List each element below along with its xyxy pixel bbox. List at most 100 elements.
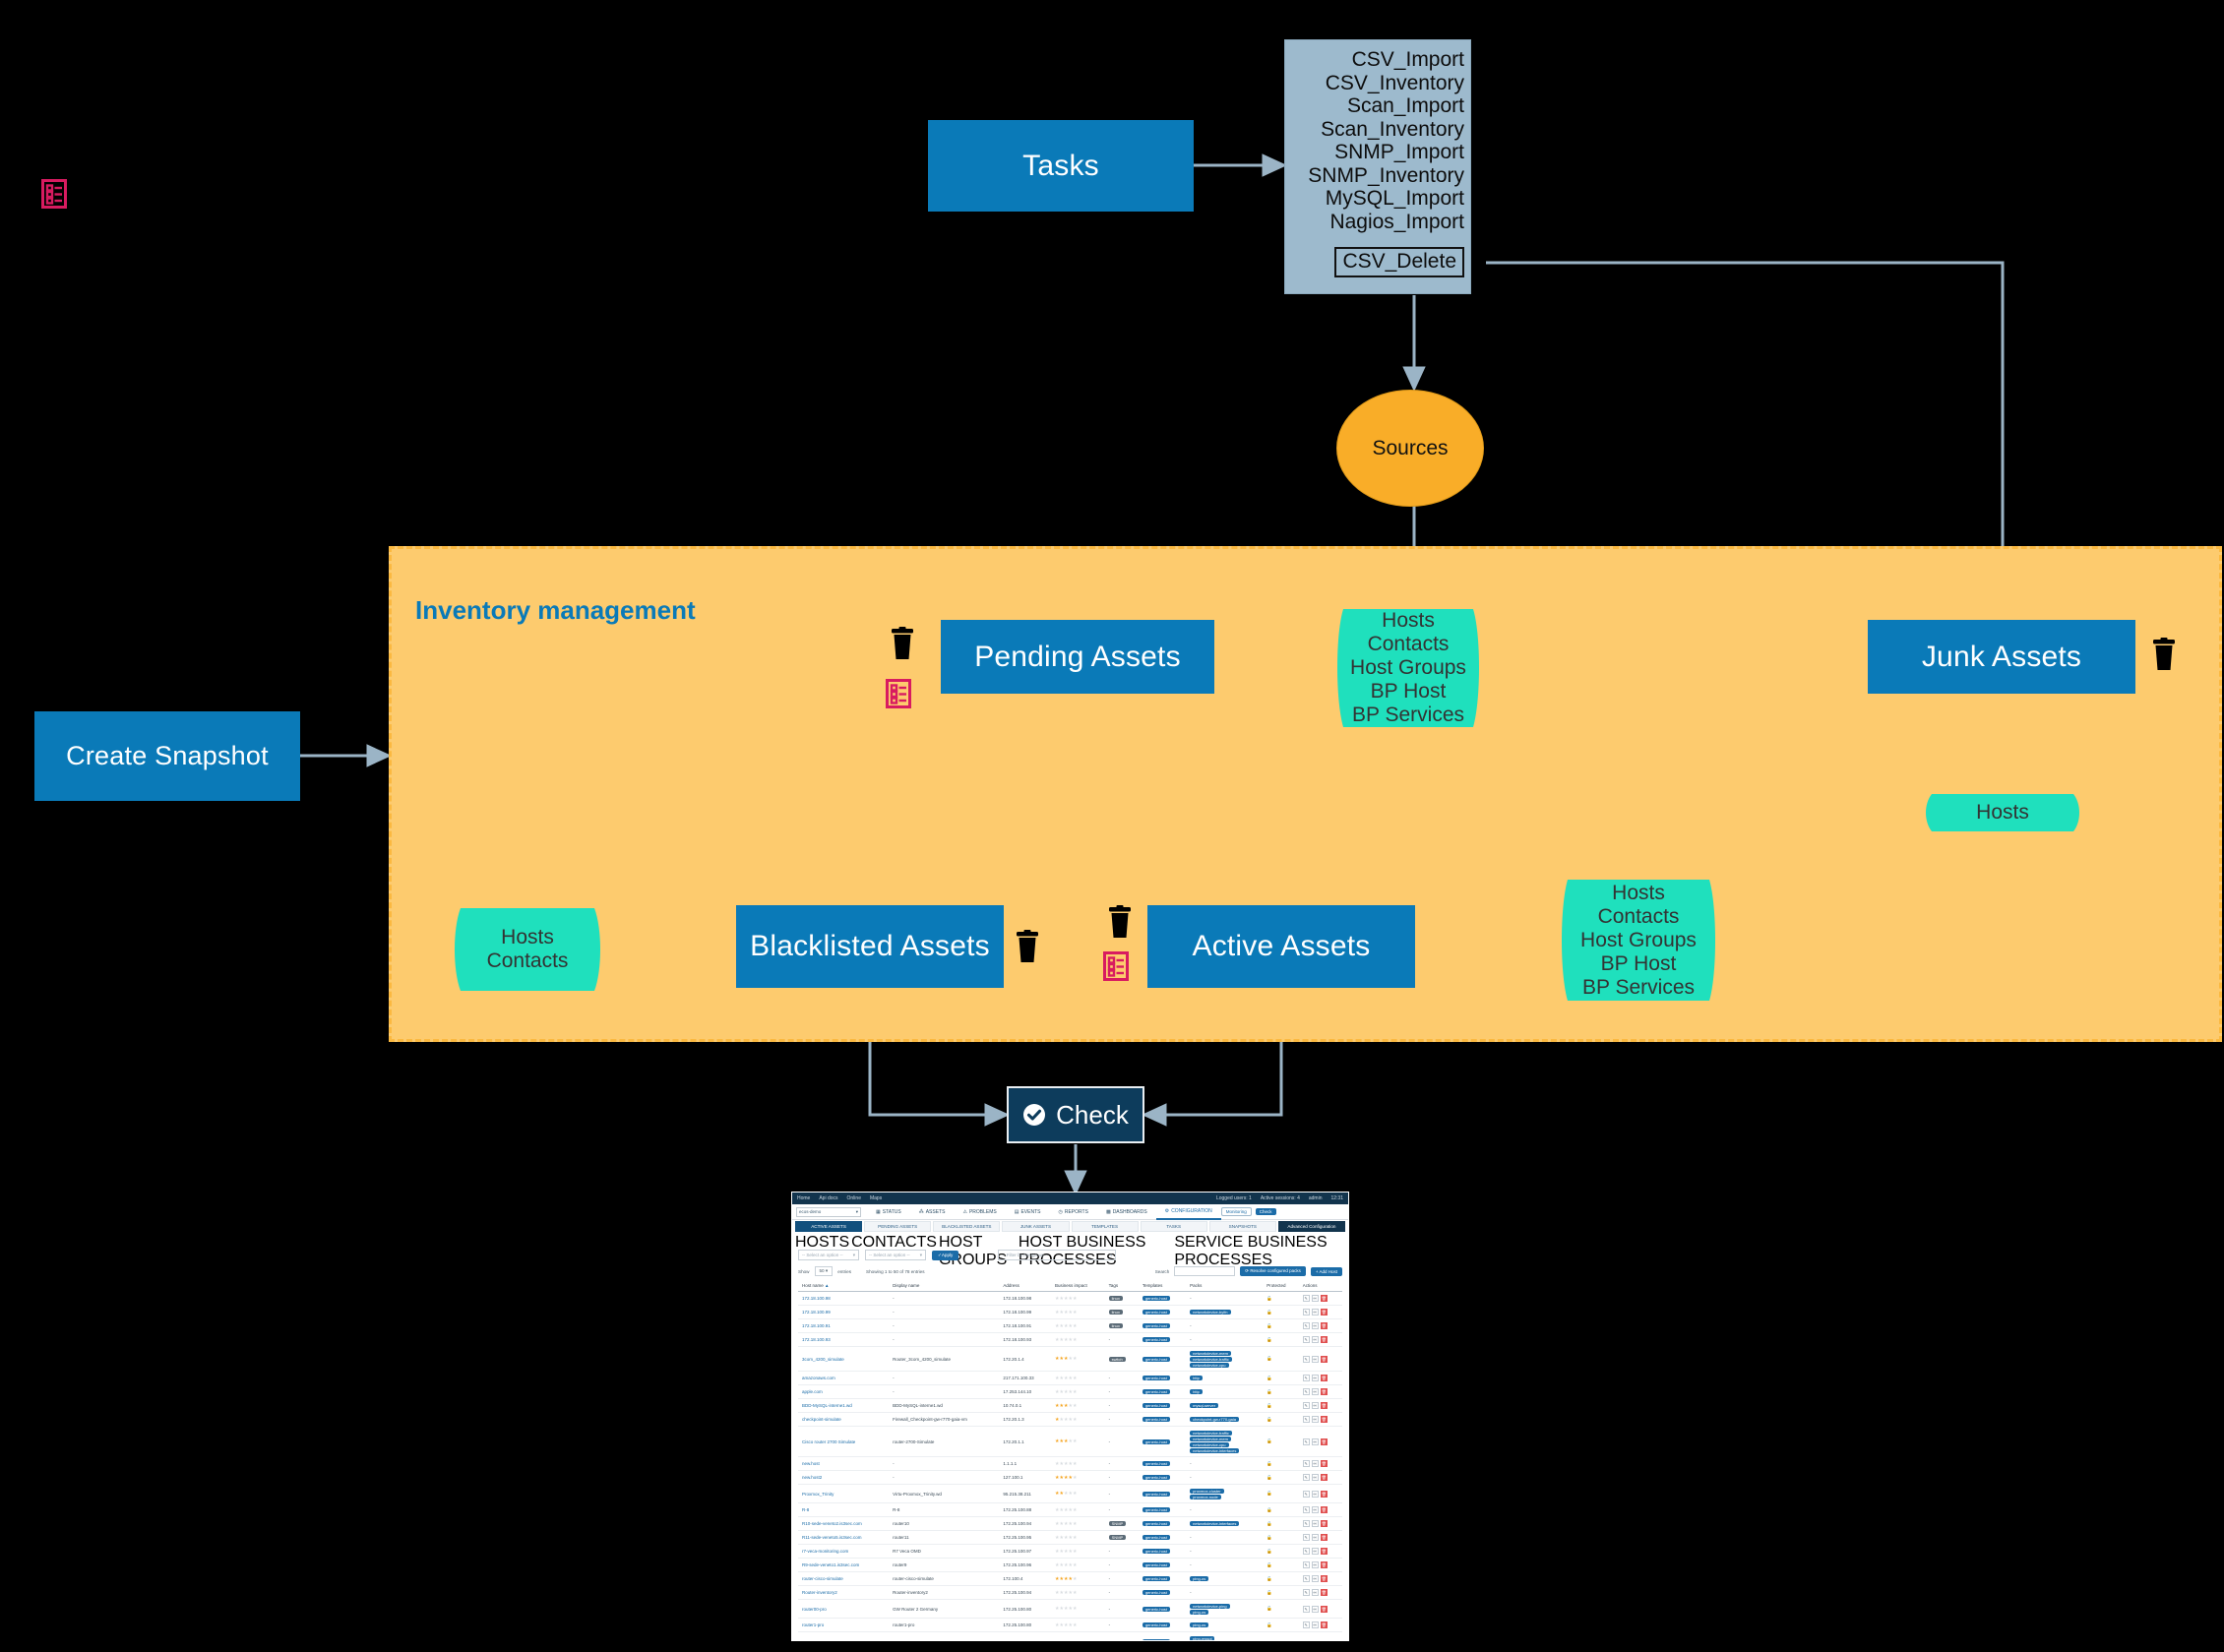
delete-icon[interactable]: 🗑 xyxy=(1320,1402,1328,1409)
link-icon[interactable]: ⚯ xyxy=(1311,1355,1319,1363)
nav-item-status[interactable]: ▦ STATUS xyxy=(867,1209,910,1215)
edit-icon[interactable]: ✎ xyxy=(1302,1322,1310,1329)
host-link[interactable]: checkpoint-simulate xyxy=(802,1417,841,1422)
task-item-csv-delete[interactable]: CSV_Delete xyxy=(1334,247,1464,277)
tab-blacklisted-assets[interactable]: BLACKLISTED ASSETS xyxy=(933,1221,1001,1232)
th-packs[interactable]: Packs xyxy=(1186,1280,1264,1292)
host-link[interactable]: R9-sede-veneto1.is3sec.com xyxy=(802,1562,859,1567)
org-select[interactable]: ecos-demo ▾ xyxy=(796,1206,861,1217)
table-row[interactable]: R-8 R-8 172.25.100.88 ★★★★★ - generic-host - 🔒 ✎… xyxy=(798,1502,1342,1517)
table-row[interactable]: Router-inventory2 Router-inventory2 172.25… xyxy=(798,1585,1342,1600)
edit-icon[interactable]: ✎ xyxy=(1302,1295,1310,1302)
active-assets-node[interactable]: Active Assets xyxy=(1147,905,1415,988)
topbar-item[interactable]: Home xyxy=(797,1195,810,1201)
delete-icon[interactable]: 🗑 xyxy=(1320,1416,1328,1423)
topbar-item[interactable]: Online xyxy=(847,1195,861,1201)
task-item[interactable]: SNMP_Inventory xyxy=(1308,164,1464,188)
table-row[interactable]: new.host2-127.100.1 ★★★★★ - generic-host - 🔓 ✎… xyxy=(798,1470,1342,1485)
trash-icon[interactable] xyxy=(2150,638,2178,678)
delete-icon[interactable]: 🗑 xyxy=(1320,1605,1328,1613)
list-icon[interactable] xyxy=(1103,951,1129,986)
link-icon[interactable]: ⚯ xyxy=(1311,1621,1319,1628)
edit-icon[interactable]: ✎ xyxy=(1302,1309,1310,1315)
host-link[interactable]: Router-inventory2 xyxy=(802,1590,837,1595)
host-link[interactable]: R11-sede-veneto5.is3sec.com xyxy=(802,1535,861,1540)
monitoring-button[interactable]: Monitoring xyxy=(1220,1207,1252,1216)
table-row[interactable]: R10-sede-veneto2.is3sec.com router10 172.2… xyxy=(798,1516,1342,1531)
table-row[interactable]: 172.18.100.99-172.18.100.99 ★★★★★ linux gen… xyxy=(798,1305,1342,1319)
entries-select[interactable]: 50 ▾ xyxy=(814,1266,834,1276)
host-link[interactable]: amazonaws.com xyxy=(802,1376,835,1380)
apply-button[interactable]: ✓Apply xyxy=(932,1250,959,1260)
delete-icon[interactable]: 🗑 xyxy=(1320,1336,1328,1343)
edit-icon[interactable]: ✎ xyxy=(1302,1561,1310,1568)
th-host-name[interactable]: Host name ▲ xyxy=(798,1280,890,1292)
hostgroup-filter-select[interactable]: -- Filter by hostgroup -- ▾ xyxy=(998,1250,1117,1260)
nav-item-reports[interactable]: ◷ REPORTS xyxy=(1049,1209,1096,1215)
link-icon[interactable]: ⚯ xyxy=(1311,1336,1319,1343)
tab-snapshots[interactable]: SNAPSHOTS xyxy=(1208,1221,1276,1232)
edit-icon[interactable]: ✎ xyxy=(1302,1375,1310,1381)
link-icon[interactable]: ⚯ xyxy=(1311,1575,1319,1582)
list-icon[interactable] xyxy=(886,679,911,713)
sources-node[interactable]: Sources xyxy=(1336,390,1484,507)
delete-icon[interactable]: 🗑 xyxy=(1320,1621,1328,1628)
filter-select-1[interactable]: -- Select an option -- ▾ xyxy=(798,1250,859,1260)
link-icon[interactable]: ⚯ xyxy=(1311,1438,1319,1445)
host-link[interactable]: 172.18.100.91 xyxy=(802,1323,831,1328)
edit-icon[interactable]: ✎ xyxy=(1302,1402,1310,1409)
link-icon[interactable]: ⚯ xyxy=(1311,1548,1319,1555)
check-button[interactable]: Check xyxy=(1255,1208,1276,1215)
delete-icon[interactable]: 🗑 xyxy=(1320,1438,1328,1445)
host-link[interactable]: 172.18.100.99 xyxy=(802,1310,831,1315)
check-node[interactable]: Check xyxy=(1007,1086,1144,1143)
nav-item-configuration[interactable]: ⚙ CONFIGURATION xyxy=(1155,1204,1221,1220)
tab-tasks[interactable]: TASKS xyxy=(1140,1221,1207,1232)
table-row[interactable]: apple.com -17.253.144.10 ★★★★★ - generic-hos… xyxy=(798,1384,1342,1399)
trash-icon[interactable] xyxy=(1106,905,1134,946)
table-row[interactable]: R9-sede-veneto1.is3sec.com router9 172.25.… xyxy=(798,1558,1342,1572)
filter-select-2[interactable]: -- Select an option -- ▾ xyxy=(865,1250,926,1260)
edit-icon[interactable]: ✎ xyxy=(1302,1388,1310,1395)
edit-icon[interactable]: ✎ xyxy=(1302,1355,1310,1363)
th-tags[interactable]: Tags xyxy=(1104,1280,1139,1292)
delete-icon[interactable]: 🗑 xyxy=(1320,1474,1328,1481)
tab-host-groups[interactable]: HOST GROUPS xyxy=(939,1234,1017,1268)
edit-icon[interactable]: ✎ xyxy=(1302,1520,1310,1527)
task-item[interactable]: Scan_Import xyxy=(1347,94,1464,118)
blacklisted-assets-node[interactable]: Blacklisted Assets xyxy=(736,905,1004,988)
link-icon[interactable]: ⚯ xyxy=(1311,1561,1319,1568)
delete-icon[interactable]: 🗑 xyxy=(1320,1322,1328,1329)
link-icon[interactable]: ⚯ xyxy=(1311,1416,1319,1423)
th-templates[interactable]: Templates xyxy=(1138,1280,1187,1292)
tab-active-assets[interactable]: ACTIVE ASSETS xyxy=(795,1221,863,1232)
link-icon[interactable]: ⚯ xyxy=(1311,1490,1319,1498)
tab-contacts[interactable]: CONTACTS xyxy=(851,1234,937,1251)
task-item[interactable]: CSV_Import xyxy=(1352,48,1464,72)
table-row[interactable]: routerHS1-tablet-simulaterouter-tablet-s… xyxy=(798,1631,1342,1640)
host-link[interactable]: router00-pro xyxy=(802,1607,827,1612)
edit-icon[interactable]: ✎ xyxy=(1302,1438,1310,1445)
link-icon[interactable]: ⚯ xyxy=(1311,1460,1319,1467)
table-row[interactable]: router00-pro GW Router 2 Germany 172.25.10… xyxy=(798,1599,1342,1619)
host-link[interactable]: BDD-MySQL-interne1.wd xyxy=(802,1403,852,1408)
add-host-button[interactable]: + Add Host xyxy=(1310,1266,1342,1276)
tab-junk-assets[interactable]: JUNK ASSETS xyxy=(1002,1221,1070,1232)
host-link[interactable]: new.host2 xyxy=(802,1475,822,1480)
task-item[interactable]: SNMP_Import xyxy=(1334,141,1464,164)
host-link[interactable]: Proxmox_Trinity xyxy=(802,1492,834,1497)
search-input[interactable] xyxy=(1174,1266,1236,1276)
table-row[interactable]: r7-veca-monitoring.com R7 Veca OMD 172.25.… xyxy=(798,1544,1342,1559)
table-row[interactable]: 172.18.100.93-172.18.100.93 ★★★★★ - generic… xyxy=(798,1332,1342,1347)
delete-icon[interactable]: 🗑 xyxy=(1320,1520,1328,1527)
edit-icon[interactable]: ✎ xyxy=(1302,1416,1310,1423)
delete-icon[interactable]: 🗑 xyxy=(1320,1589,1328,1596)
table-row[interactable]: router-cisco-simulate router-cisco-simula… xyxy=(798,1571,1342,1586)
link-icon[interactable]: ⚯ xyxy=(1311,1375,1319,1381)
task-item[interactable]: MySQL_Import xyxy=(1326,187,1464,211)
link-icon[interactable]: ⚯ xyxy=(1311,1402,1319,1409)
resolve-packs-button[interactable]: ⟳ Resolve configured packs xyxy=(1240,1266,1306,1276)
edit-icon[interactable]: ✎ xyxy=(1302,1460,1310,1467)
edit-icon[interactable]: ✎ xyxy=(1302,1605,1310,1613)
delete-icon[interactable]: 🗑 xyxy=(1320,1561,1328,1568)
